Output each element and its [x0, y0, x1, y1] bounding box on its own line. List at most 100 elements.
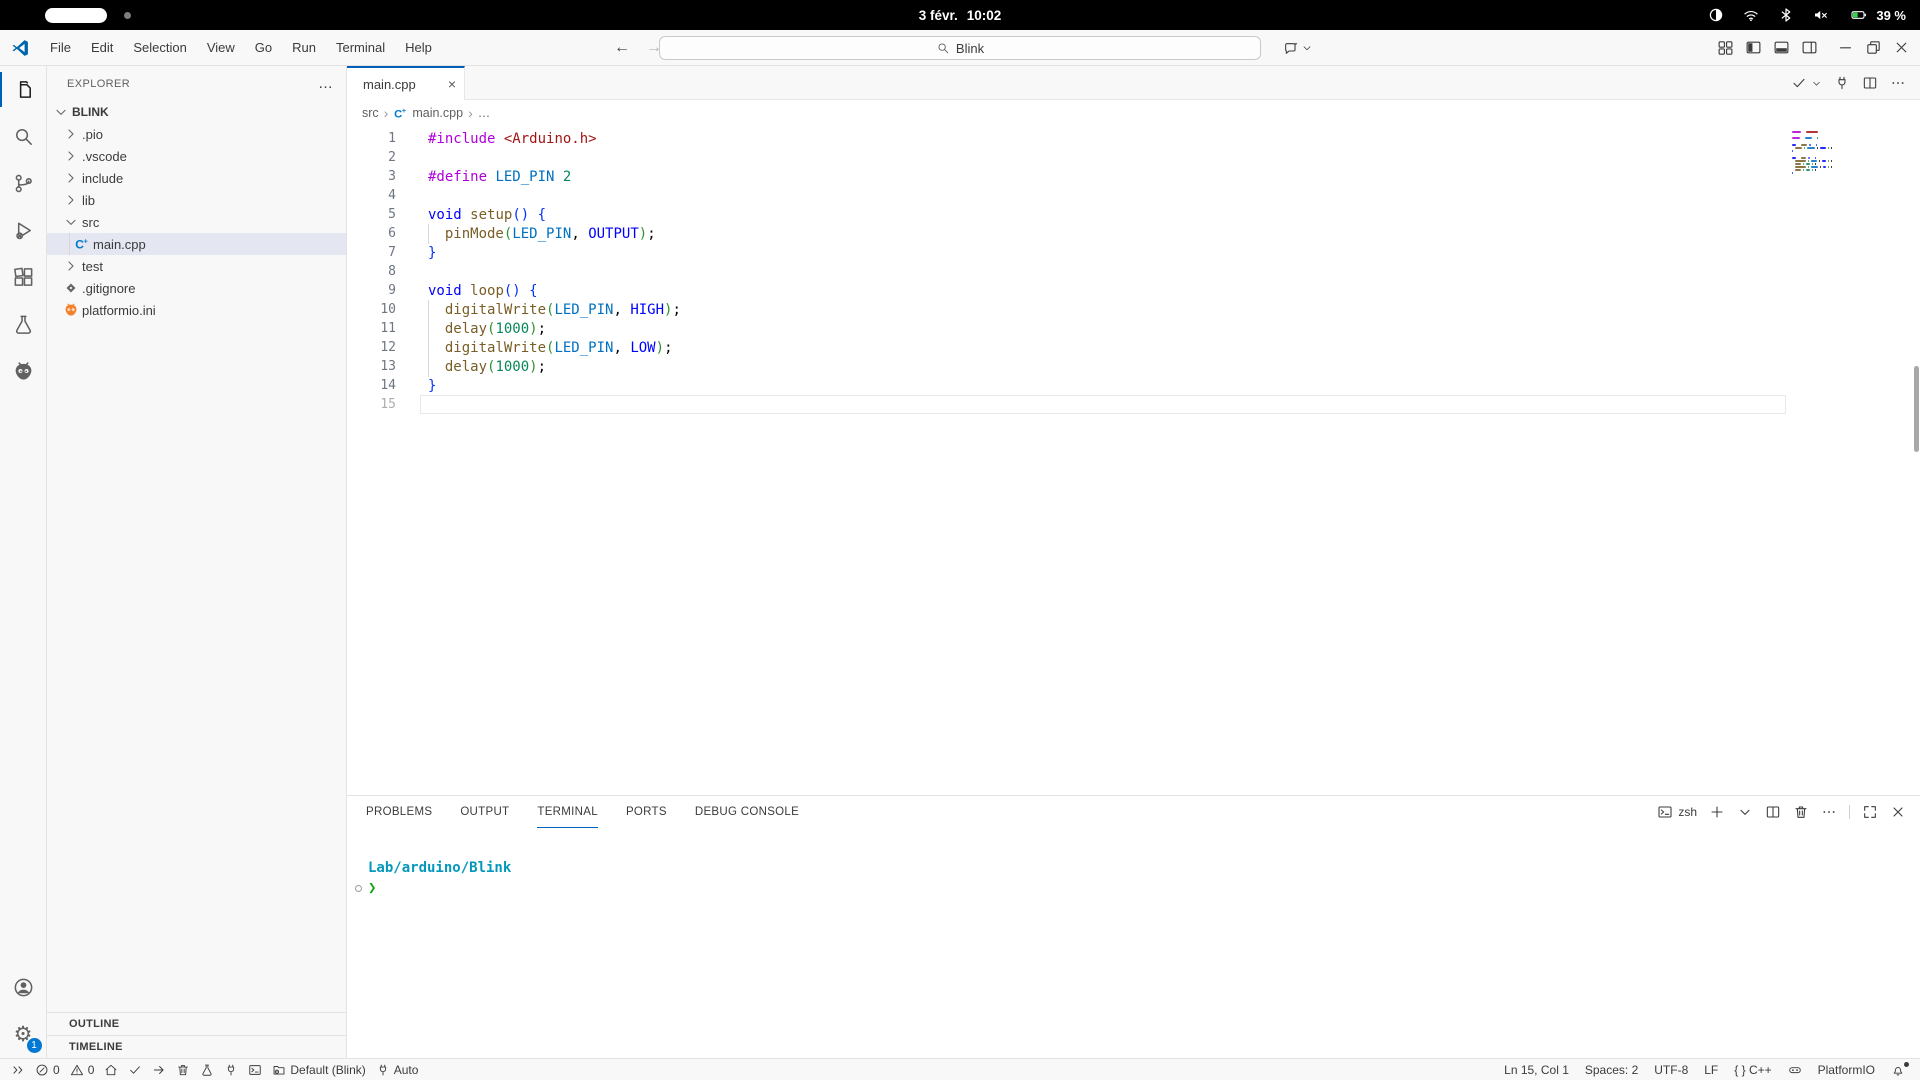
statusbar-pio-clean[interactable]: [171, 1059, 195, 1080]
code-editor[interactable]: 1#include <Arduino.h> 2 3#define LED_PIN 2…: [347, 126, 1920, 795]
code-line-14[interactable]: 14}: [347, 376, 1920, 395]
line-number[interactable]: 4: [347, 188, 396, 203]
activity-testing[interactable]: [0, 301, 47, 348]
code-line-15[interactable]: 15: [347, 395, 1920, 414]
line-number[interactable]: 13: [347, 359, 396, 374]
toggle-sidebar-icon[interactable]: [1745, 39, 1762, 56]
menu-edit[interactable]: Edit: [83, 36, 121, 59]
activity-accounts[interactable]: [0, 964, 47, 1011]
activity-platformio[interactable]: [0, 348, 47, 395]
tree-item-main-cpp[interactable]: C+main.cpp: [47, 233, 346, 255]
minimize-icon[interactable]: [1837, 39, 1854, 56]
statusbar-pio-serial-monitor[interactable]: [219, 1059, 243, 1080]
customize-layout-icon[interactable]: [1717, 39, 1734, 56]
code-line-6[interactable]: 6 pinMode(LED_PIN, OUTPUT);: [347, 224, 1920, 243]
statusbar-copilot-status[interactable]: [1783, 1059, 1807, 1080]
statusbar-remote-indicator[interactable]: [6, 1059, 30, 1080]
statusbar-notifications[interactable]: [1886, 1059, 1910, 1080]
closex-icon[interactable]: [1890, 804, 1906, 820]
volume-muted-icon[interactable]: [1812, 6, 1830, 24]
statusbar-pio-port[interactable]: Auto: [371, 1059, 424, 1080]
tab-close-icon[interactable]: ×: [448, 76, 456, 92]
menu-help[interactable]: Help: [397, 36, 440, 59]
code-line-7[interactable]: 7}: [347, 243, 1920, 262]
nav-back-button[interactable]: ←: [614, 39, 630, 57]
code-line-10[interactable]: 10 digitalWrite(LED_PIN, HIGH);: [347, 300, 1920, 319]
tree-item--pio[interactable]: .pio: [47, 123, 346, 145]
code-line-3[interactable]: 3#define LED_PIN 2: [347, 167, 1920, 186]
line-number[interactable]: 8: [347, 264, 396, 279]
line-number[interactable]: 9: [347, 283, 396, 298]
line-number[interactable]: 11: [347, 321, 396, 336]
command-center-search[interactable]: Blink: [659, 36, 1261, 60]
menu-selection[interactable]: Selection: [125, 36, 194, 59]
tree-item-platformio-ini[interactable]: platformio.ini: [47, 299, 346, 321]
statusbar-language-mode[interactable]: { } C++: [1729, 1059, 1776, 1080]
code-line-5[interactable]: 5void setup() {: [347, 205, 1920, 224]
focus-moon-icon[interactable]: [1707, 6, 1725, 24]
menu-view[interactable]: View: [199, 36, 243, 59]
activity-source-control[interactable]: [0, 160, 47, 207]
restore-icon[interactable]: [1865, 39, 1882, 56]
toggle-secondary-sidebar-icon[interactable]: [1801, 39, 1818, 56]
menubar-clock[interactable]: 3 févr. 10:02: [919, 8, 1002, 23]
statusbar-indentation[interactable]: Spaces: 2: [1580, 1059, 1643, 1080]
panel-tab-debug-console[interactable]: DEBUG CONSOLE: [695, 796, 799, 828]
statusbar-pio-test[interactable]: [195, 1059, 219, 1080]
code-line-4[interactable]: 4: [347, 186, 1920, 205]
menu-go[interactable]: Go: [247, 36, 280, 59]
breadcrumb-item-src[interactable]: src: [362, 106, 379, 120]
statusbar-cursor-position[interactable]: Ln 15, Col 1: [1499, 1059, 1574, 1080]
statusbar-encoding[interactable]: UTF-8: [1649, 1059, 1693, 1080]
bluetooth-icon[interactable]: [1777, 6, 1795, 24]
statusbar-platformio-status[interactable]: PlatformIO: [1813, 1059, 1880, 1080]
code-line-13[interactable]: 13 delay(1000);: [347, 357, 1920, 376]
menu-terminal[interactable]: Terminal: [328, 36, 393, 59]
activity-settings[interactable]: ⚙1: [0, 1011, 47, 1058]
menu-file[interactable]: File: [42, 36, 79, 59]
line-number[interactable]: 7: [347, 245, 396, 260]
wifi-icon[interactable]: [1742, 6, 1760, 24]
terminal-content[interactable]: Lab/arduino/Blink ❯: [347, 828, 1920, 898]
minimap[interactable]: [1792, 131, 1832, 179]
panel-tab-problems[interactable]: PROBLEMS: [366, 796, 432, 828]
tree-item-lib[interactable]: lib: [47, 189, 346, 211]
code-line-9[interactable]: 9void loop() {: [347, 281, 1920, 300]
battery-indicator[interactable]: 39 %: [1847, 7, 1906, 23]
menu-run[interactable]: Run: [284, 36, 324, 59]
toggle-panel-icon[interactable]: [1773, 39, 1790, 56]
tree-item-test[interactable]: test: [47, 255, 346, 277]
line-number[interactable]: 10: [347, 302, 396, 317]
line-number[interactable]: 14: [347, 378, 396, 393]
line-number[interactable]: 15: [347, 397, 396, 412]
line-number[interactable]: 2: [347, 150, 396, 165]
code-line-8[interactable]: 8: [347, 262, 1920, 281]
chevdown-icon[interactable]: [1811, 78, 1822, 89]
timeline-section[interactable]: TIMELINE: [47, 1035, 346, 1058]
breadcrumb-item-main-cpp[interactable]: C+main.cpp: [393, 106, 463, 121]
scrollbar-thumb[interactable]: [1914, 366, 1919, 452]
panel-tab-output[interactable]: OUTPUT: [460, 796, 509, 828]
statusbar-pio-terminal[interactable]: [243, 1059, 267, 1080]
trash-icon[interactable]: [1793, 804, 1809, 820]
statusbar-pio-upload[interactable]: [147, 1059, 171, 1080]
expand-icon[interactable]: [1862, 804, 1878, 820]
line-number[interactable]: 6: [347, 226, 396, 241]
activity-search[interactable]: [0, 113, 47, 160]
explorer-more-actions-button[interactable]: …: [318, 75, 334, 92]
terminal-command-decoration[interactable]: [355, 885, 362, 892]
line-number[interactable]: 12: [347, 340, 396, 355]
plus-icon[interactable]: [1709, 804, 1725, 820]
code-line-2[interactable]: 2: [347, 148, 1920, 167]
plug-icon[interactable]: [1834, 75, 1850, 91]
tree-item--vscode[interactable]: .vscode: [47, 145, 346, 167]
line-number[interactable]: 3: [347, 169, 396, 184]
tree-item--gitignore[interactable]: .gitignore: [47, 277, 346, 299]
check-icon[interactable]: [1791, 75, 1807, 91]
code-line-12[interactable]: 12 digitalWrite(LED_PIN, LOW);: [347, 338, 1920, 357]
statusbar-errors[interactable]: 0: [30, 1059, 65, 1080]
statusbar-eol[interactable]: LF: [1699, 1059, 1723, 1080]
ellipsis-icon[interactable]: [1821, 804, 1837, 820]
splitpanel-icon[interactable]: [1765, 804, 1781, 820]
code-line-1[interactable]: 1#include <Arduino.h>: [347, 129, 1920, 148]
